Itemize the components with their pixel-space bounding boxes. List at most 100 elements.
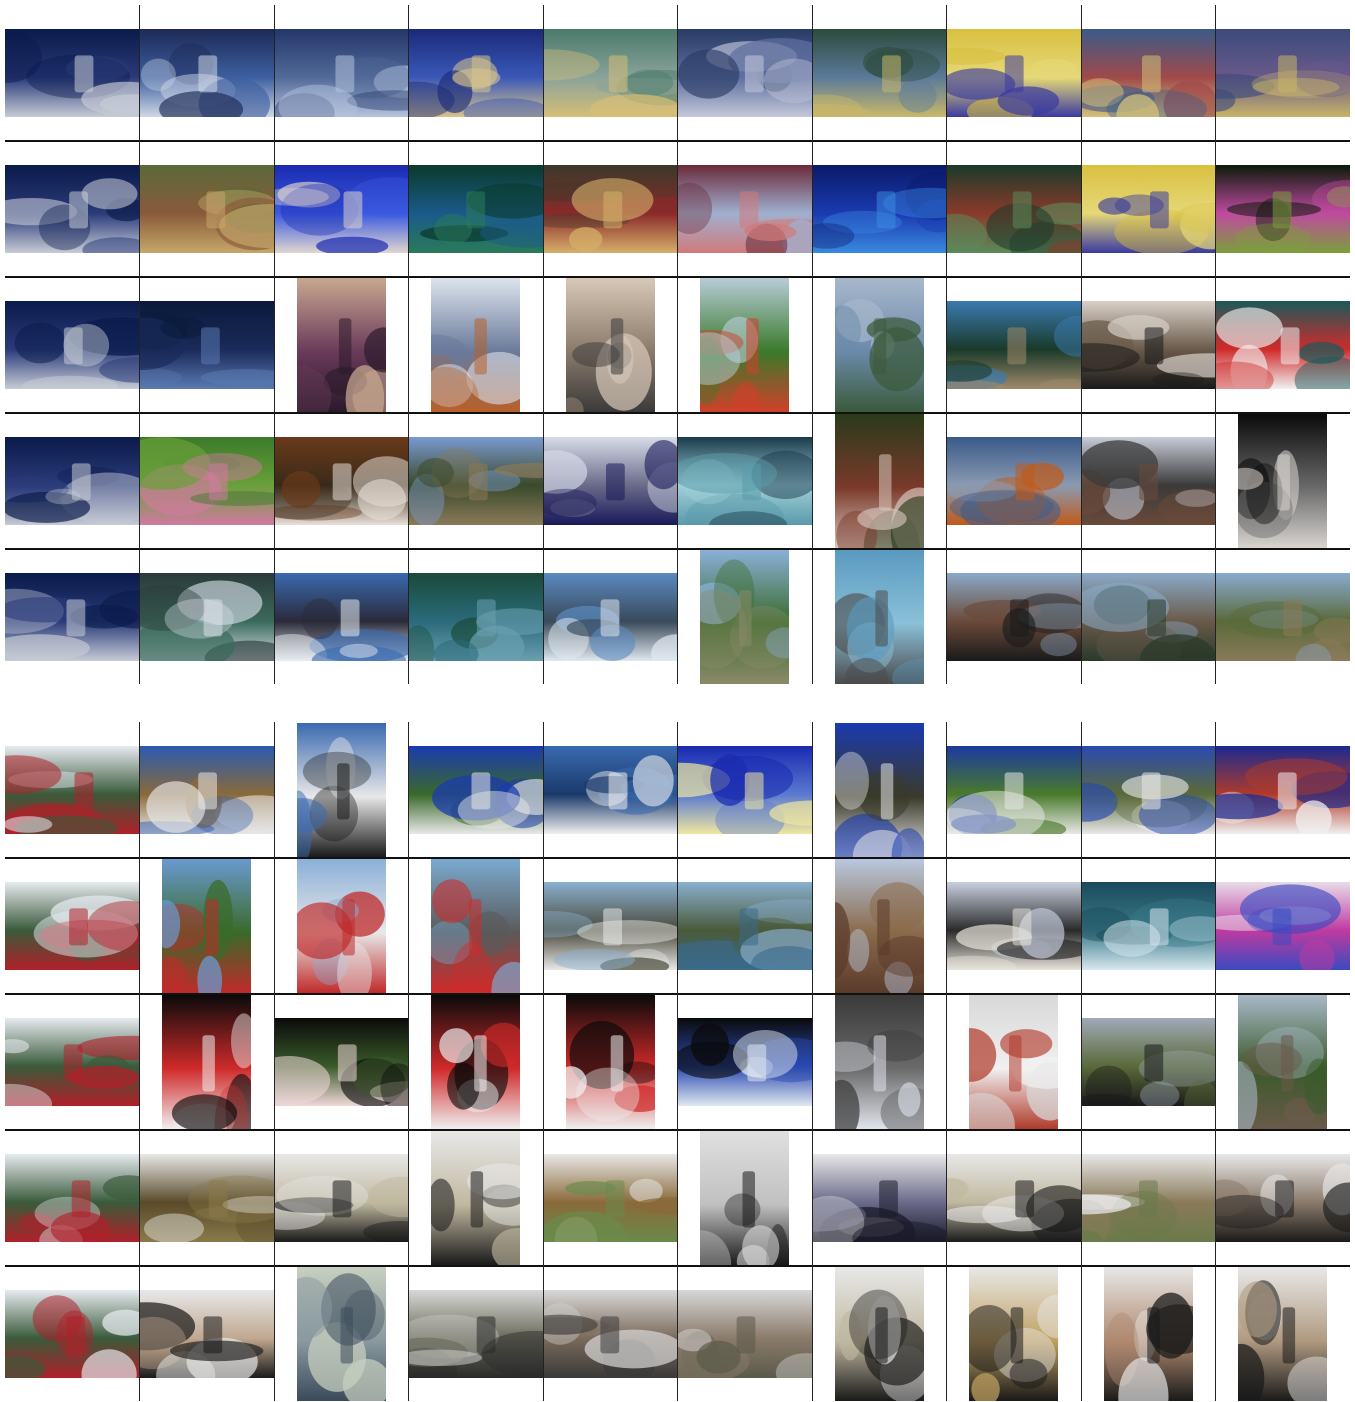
retrieved-image[interactable] [1216, 29, 1350, 117]
retrieved-image[interactable] [1216, 573, 1350, 661]
query-image[interactable] [5, 746, 139, 834]
retrieved-image[interactable] [678, 29, 812, 117]
query-image[interactable] [5, 1290, 139, 1378]
query-image[interactable] [5, 437, 139, 525]
query-image[interactable] [5, 573, 139, 661]
retrieved-image[interactable] [835, 414, 924, 548]
retrieved-image[interactable] [275, 165, 409, 253]
retrieved-image[interactable] [544, 882, 678, 970]
query-image[interactable] [5, 1018, 139, 1106]
retrieved-image[interactable] [431, 995, 520, 1129]
retrieved-image[interactable] [140, 165, 274, 253]
query-image[interactable] [5, 301, 139, 389]
retrieved-image[interactable] [431, 859, 520, 993]
retrieved-image[interactable] [1082, 165, 1216, 253]
retrieved-image[interactable] [409, 29, 543, 117]
retrieved-image[interactable] [813, 1154, 947, 1242]
retrieved-image[interactable] [544, 1290, 678, 1378]
retrieved-image[interactable] [275, 29, 409, 117]
retrieved-image[interactable] [835, 859, 924, 993]
retrieved-image[interactable] [678, 437, 812, 525]
retrieved-image[interactable] [275, 573, 409, 661]
retrieved-image[interactable] [544, 573, 678, 661]
retrieved-image[interactable] [1082, 301, 1216, 389]
retrieved-image[interactable] [1238, 414, 1327, 548]
retrieved-image[interactable] [969, 995, 1058, 1129]
retrieved-image[interactable] [835, 995, 924, 1129]
retrieved-image[interactable] [409, 165, 543, 253]
retrieved-image[interactable] [544, 29, 678, 117]
retrieved-image[interactable] [140, 1154, 274, 1242]
retrieved-image[interactable] [1216, 1154, 1350, 1242]
retrieved-image[interactable] [947, 29, 1081, 117]
retrieved-image[interactable] [835, 723, 924, 857]
retrieved-image[interactable] [544, 437, 678, 525]
retrieved-image[interactable] [544, 1154, 678, 1242]
retrieved-image[interactable] [409, 437, 543, 525]
retrieved-image[interactable] [678, 882, 812, 970]
retrieved-image[interactable] [1238, 1267, 1327, 1401]
retrieved-image[interactable] [275, 1018, 409, 1106]
retrieved-image[interactable] [969, 1267, 1058, 1401]
retrieved-image[interactable] [835, 278, 924, 412]
retrieved-image[interactable] [678, 1018, 812, 1106]
retrieved-image[interactable] [409, 1290, 543, 1378]
retrieved-image[interactable] [1216, 882, 1350, 970]
retrieved-image[interactable] [409, 746, 543, 834]
retrieved-image[interactable] [947, 573, 1081, 661]
retrieved-image[interactable] [162, 995, 251, 1129]
retrieved-image[interactable] [1082, 1018, 1216, 1106]
retrieved-image[interactable] [1082, 29, 1216, 117]
query-image[interactable] [5, 29, 139, 117]
retrieved-image[interactable] [813, 29, 947, 117]
retrieved-image[interactable] [947, 437, 1081, 525]
retrieved-image[interactable] [140, 29, 274, 117]
retrieved-image[interactable] [700, 1131, 789, 1265]
retrieved-image[interactable] [1216, 165, 1350, 253]
retrieved-image[interactable] [544, 165, 678, 253]
retrieved-image[interactable] [947, 165, 1081, 253]
retrieved-image[interactable] [431, 278, 520, 412]
retrieved-image[interactable] [700, 278, 789, 412]
query-image[interactable] [5, 165, 139, 253]
retrieved-image[interactable] [409, 573, 543, 661]
retrieved-image[interactable] [140, 301, 274, 389]
query-image[interactable] [5, 882, 139, 970]
retrieved-image[interactable] [678, 1290, 812, 1378]
retrieved-image[interactable] [1082, 573, 1216, 661]
retrieved-image[interactable] [566, 995, 655, 1129]
retrieved-image[interactable] [140, 437, 274, 525]
retrieved-image[interactable] [566, 278, 655, 412]
retrieved-image[interactable] [835, 550, 924, 684]
retrieved-image[interactable] [835, 1267, 924, 1401]
retrieved-image[interactable] [1082, 437, 1216, 525]
query-image[interactable] [5, 1154, 139, 1242]
retrieved-image[interactable] [1238, 995, 1327, 1129]
retrieved-image[interactable] [813, 165, 947, 253]
retrieved-image[interactable] [678, 165, 812, 253]
retrieved-image[interactable] [947, 746, 1081, 834]
retrieved-image[interactable] [297, 278, 386, 412]
retrieved-image[interactable] [1082, 746, 1216, 834]
retrieved-image[interactable] [947, 301, 1081, 389]
retrieved-image[interactable] [140, 573, 274, 661]
retrieved-image[interactable] [140, 746, 274, 834]
retrieved-image[interactable] [275, 437, 409, 525]
retrieved-image[interactable] [1082, 882, 1216, 970]
retrieved-image[interactable] [1216, 746, 1350, 834]
retrieved-image[interactable] [431, 1131, 520, 1265]
retrieved-image[interactable] [947, 882, 1081, 970]
retrieved-image[interactable] [297, 723, 386, 857]
retrieved-image[interactable] [544, 746, 678, 834]
retrieved-image[interactable] [297, 859, 386, 993]
retrieved-image[interactable] [140, 1290, 274, 1378]
retrieved-image[interactable] [678, 746, 812, 834]
retrieved-image[interactable] [1082, 1154, 1216, 1242]
retrieved-image[interactable] [162, 859, 251, 993]
retrieved-image[interactable] [275, 1154, 409, 1242]
retrieved-image[interactable] [1104, 1267, 1193, 1401]
retrieved-image[interactable] [1216, 301, 1350, 389]
retrieved-image[interactable] [700, 550, 789, 684]
retrieved-image[interactable] [297, 1267, 386, 1401]
retrieved-image[interactable] [947, 1154, 1081, 1242]
